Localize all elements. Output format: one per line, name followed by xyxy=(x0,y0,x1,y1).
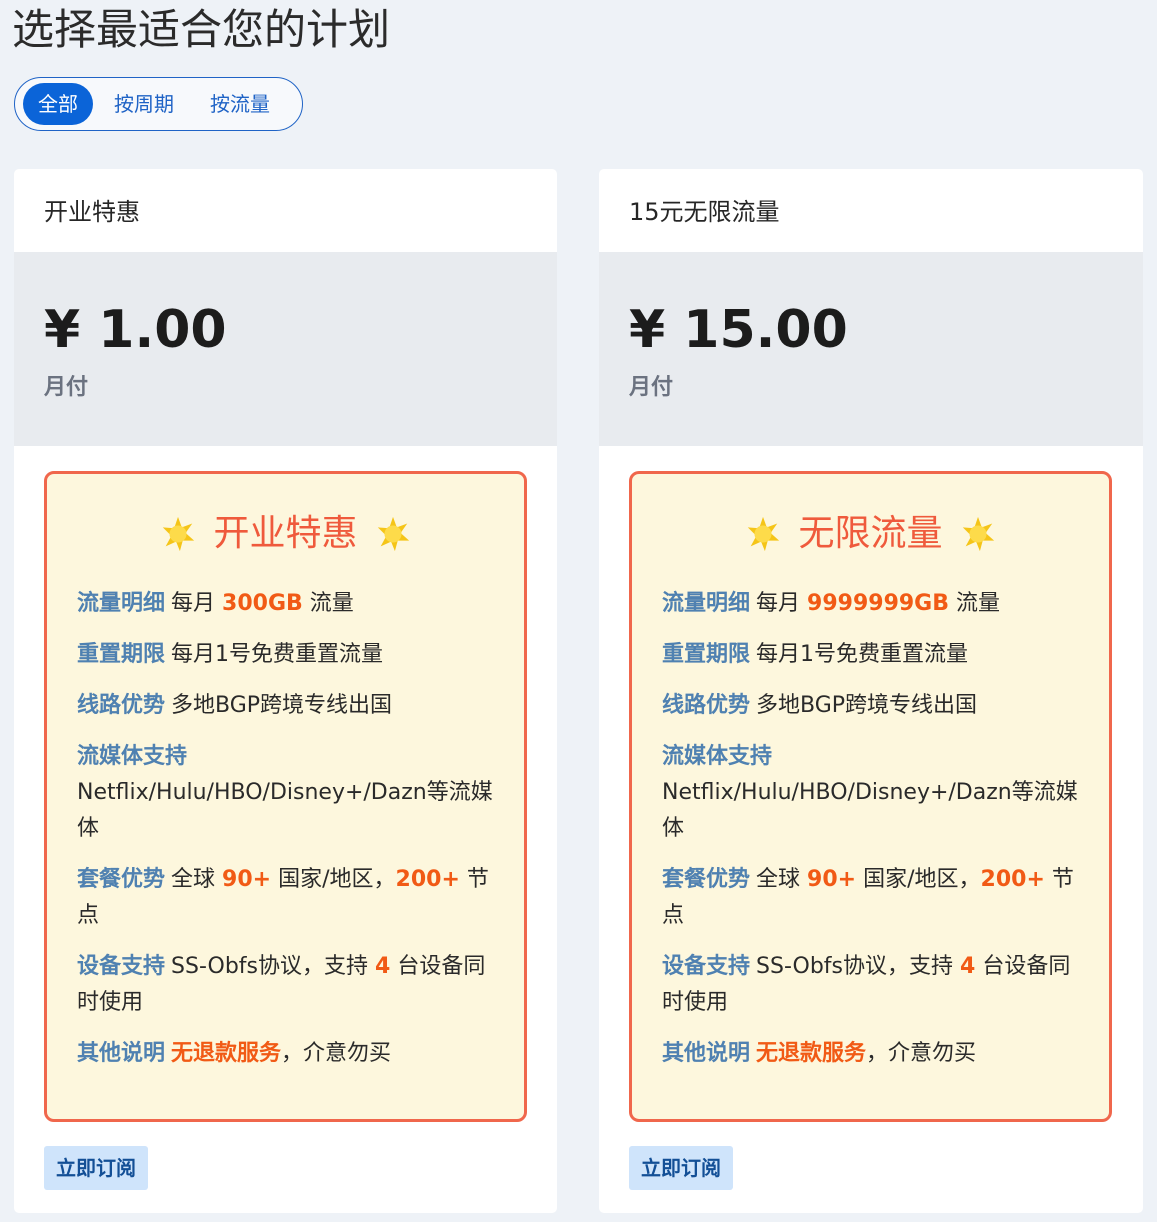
feature-text: 全球 xyxy=(756,867,801,892)
sparkle-icon xyxy=(163,516,195,552)
feature-reset: 重置期限 每月1号免费重置流量 xyxy=(77,637,507,673)
plan-title: 开业特惠 xyxy=(44,198,140,226)
billing-period: 月付 xyxy=(629,375,674,400)
plan-title: 15元无限流量 xyxy=(629,198,780,226)
sparkle-icon xyxy=(377,516,409,552)
feature-other: 其他说明 无退款服务，介意勿买 xyxy=(77,1036,507,1072)
feature-route: 线路优势 多地BGP跨境专线出国 xyxy=(77,688,507,724)
feature-heading-text: 无限流量 xyxy=(798,513,943,554)
feature-package: 套餐优势 全球 90+ 国家/地区，200+ 节点 xyxy=(662,862,1092,934)
feature-heading: 开业特惠 xyxy=(47,508,524,560)
feature-label: 重置期限 xyxy=(662,642,751,667)
feature-devices: 设备支持 SS-Obfs协议，支持 4 台设备同时使用 xyxy=(77,949,507,1021)
feature-list: 流量明细 每月 9999999GB 流量 重置期限 每月1号免费重置流量 线路优势多… xyxy=(662,586,1092,1087)
feature-route: 线路优势 多地BGP跨境专线出国 xyxy=(662,688,1092,724)
plan-card: 15元无限流量 ¥ 15.00 月付 无限流量 流量明细 每月 9999999GB… xyxy=(599,169,1143,1213)
feature-label: 设备支持 xyxy=(77,954,166,979)
subscribe-button[interactable]: 立即订阅 xyxy=(629,1146,733,1190)
feature-text: 流量 xyxy=(309,591,354,616)
node-count: 200+ xyxy=(980,867,1045,892)
price-band: ¥ 1.00 月付 xyxy=(14,252,557,446)
sparkle-icon xyxy=(962,516,994,552)
feature-text: 多地BGP跨境专线出国 xyxy=(756,693,978,718)
feature-box: 开业特惠 流量明细 每月 300GB 流量 重置期限 每月1号免费重置流量 线路优势… xyxy=(44,471,527,1122)
device-count: 4 xyxy=(375,954,391,979)
traffic-amount: 9999999GB xyxy=(807,591,950,616)
node-count: 200+ xyxy=(395,867,460,892)
feature-streaming: 流媒体支持 Netflix/Hulu/HBO/Disney+/Dazn等流媒体 xyxy=(77,739,507,847)
feature-traffic: 流量明细 每月 9999999GB 流量 xyxy=(662,586,1092,622)
feature-label: 设备支持 xyxy=(662,954,751,979)
feature-heading: 无限流量 xyxy=(632,508,1109,560)
feature-text: Netflix/Hulu/HBO/Disney+/Dazn等流媒体 xyxy=(662,780,1078,841)
feature-text: 每月 xyxy=(756,591,801,616)
price-band: ¥ 15.00 月付 xyxy=(599,252,1143,446)
feature-other: 其他说明 无退款服务，介意勿买 xyxy=(662,1036,1092,1072)
feature-heading-text: 开业特惠 xyxy=(213,513,358,554)
no-refund-notice: 无退款服务 xyxy=(756,1041,867,1066)
feature-text: 国家/地区， xyxy=(278,867,396,892)
feature-text: 流量 xyxy=(956,591,1001,616)
sparkle-icon xyxy=(748,516,780,552)
feature-label: 流量明细 xyxy=(77,591,166,616)
plan-filter-tabs: 全部 按周期 按流量 xyxy=(14,77,303,131)
feature-label: 其他说明 xyxy=(77,1041,166,1066)
feature-text: 每月 xyxy=(171,591,216,616)
feature-text: 国家/地区， xyxy=(863,867,981,892)
feature-box: 无限流量 流量明细 每月 9999999GB 流量 重置期限 每月1号免费重置流量 … xyxy=(629,471,1112,1122)
feature-text: 全球 xyxy=(171,867,216,892)
no-refund-notice: 无退款服务 xyxy=(171,1041,282,1066)
subscribe-button[interactable]: 立即订阅 xyxy=(44,1146,148,1190)
billing-period: 月付 xyxy=(44,375,89,400)
traffic-amount: 300GB xyxy=(222,591,303,616)
plan-price: ¥ 15.00 xyxy=(629,300,848,360)
feature-label: 流媒体支持 xyxy=(77,744,188,769)
plan-price: ¥ 1.00 xyxy=(44,300,227,360)
country-count: 90+ xyxy=(807,867,857,892)
feature-label: 线路优势 xyxy=(77,693,166,718)
feature-text: ，介意勿买 xyxy=(281,1041,392,1066)
feature-text: SS-Obfs协议，支持 xyxy=(756,954,953,979)
feature-streaming: 流媒体支持 Netflix/Hulu/HBO/Disney+/Dazn等流媒体 xyxy=(662,739,1092,847)
feature-text: 多地BGP跨境专线出国 xyxy=(171,693,393,718)
tab-all[interactable]: 全部 xyxy=(23,83,93,125)
feature-label: 流媒体支持 xyxy=(662,744,773,769)
tab-by-traffic[interactable]: 按流量 xyxy=(195,83,285,125)
feature-text: ，介意勿买 xyxy=(866,1041,977,1066)
feature-text: 每月1号免费重置流量 xyxy=(756,642,969,667)
page-title: 选择最适合您的计划 xyxy=(12,5,391,54)
feature-traffic: 流量明细 每月 300GB 流量 xyxy=(77,586,507,622)
feature-label: 重置期限 xyxy=(77,642,166,667)
country-count: 90+ xyxy=(222,867,272,892)
feature-label: 套餐优势 xyxy=(77,867,166,892)
feature-devices: 设备支持 SS-Obfs协议，支持 4 台设备同时使用 xyxy=(662,949,1092,1021)
feature-label: 流量明细 xyxy=(662,591,751,616)
plan-card: 开业特惠 ¥ 1.00 月付 开业特惠 流量明细 每月 300GB 流量 重置期限… xyxy=(14,169,557,1213)
feature-label: 线路优势 xyxy=(662,693,751,718)
feature-list: 流量明细 每月 300GB 流量 重置期限 每月1号免费重置流量 线路优势 多地BGP… xyxy=(77,586,507,1087)
feature-text: SS-Obfs协议，支持 xyxy=(171,954,368,979)
device-count: 4 xyxy=(960,954,976,979)
feature-label: 其他说明 xyxy=(662,1041,751,1066)
feature-text: Netflix/Hulu/HBO/Disney+/Dazn等流媒体 xyxy=(77,780,493,841)
feature-text: 每月1号免费重置流量 xyxy=(171,642,384,667)
feature-package: 套餐优势 全球 90+ 国家/地区，200+ 节点 xyxy=(77,862,507,934)
feature-reset: 重置期限 每月1号免费重置流量 xyxy=(662,637,1092,673)
tab-by-period[interactable]: 按周期 xyxy=(99,83,189,125)
feature-label: 套餐优势 xyxy=(662,867,751,892)
